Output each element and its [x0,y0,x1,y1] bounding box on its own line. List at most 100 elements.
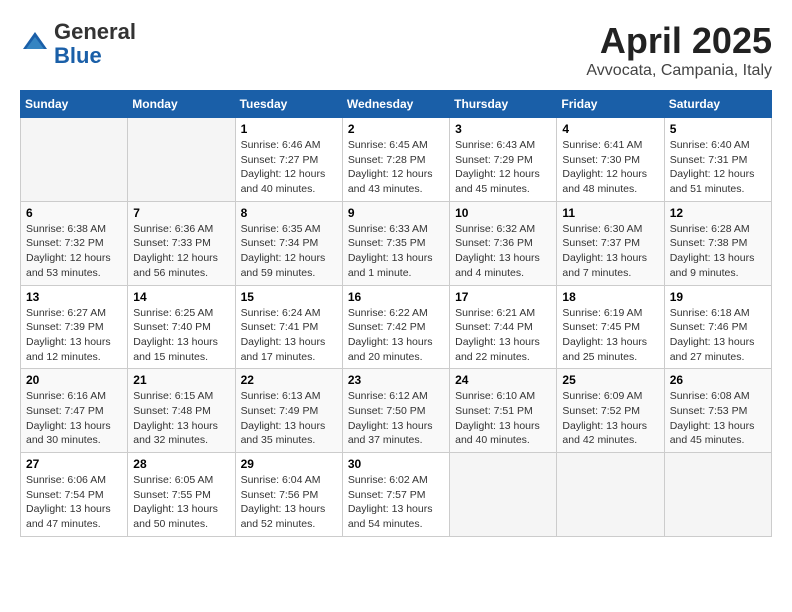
day-number: 9 [348,206,444,220]
day-number: 13 [26,290,122,304]
day-sunrise: Sunrise: 6:43 AM [455,139,535,151]
day-sunset: Sunset: 7:56 PM [241,489,319,501]
day-sunrise: Sunrise: 6:28 AM [670,223,750,235]
day-daylight: Daylight: 12 hours and 51 minutes. [670,168,755,195]
header-wednesday: Wednesday [342,91,449,118]
calendar-cell: 7 Sunrise: 6:36 AM Sunset: 7:33 PM Dayli… [128,201,235,285]
calendar-cell: 20 Sunrise: 6:16 AM Sunset: 7:47 PM Dayl… [21,369,128,453]
day-sunrise: Sunrise: 6:15 AM [133,390,213,402]
calendar-cell: 27 Sunrise: 6:06 AM Sunset: 7:54 PM Dayl… [21,453,128,537]
calendar-cell: 6 Sunrise: 6:38 AM Sunset: 7:32 PM Dayli… [21,201,128,285]
calendar-week-2: 6 Sunrise: 6:38 AM Sunset: 7:32 PM Dayli… [21,201,772,285]
day-number: 10 [455,206,551,220]
day-daylight: Daylight: 13 hours and 30 minutes. [26,420,111,447]
day-sunrise: Sunrise: 6:16 AM [26,390,106,402]
day-sunrise: Sunrise: 6:08 AM [670,390,750,402]
day-sunrise: Sunrise: 6:09 AM [562,390,642,402]
day-sunset: Sunset: 7:54 PM [26,489,104,501]
calendar-cell [128,118,235,202]
day-sunrise: Sunrise: 6:40 AM [670,139,750,151]
day-daylight: Daylight: 13 hours and 4 minutes. [455,252,540,279]
calendar-cell: 18 Sunrise: 6:19 AM Sunset: 7:45 PM Dayl… [557,285,664,369]
logo-blue: Blue [54,43,102,68]
day-sunset: Sunset: 7:32 PM [26,237,104,249]
day-number: 24 [455,373,551,387]
logo-general: General [54,19,136,44]
calendar-cell: 5 Sunrise: 6:40 AM Sunset: 7:31 PM Dayli… [664,118,771,202]
day-daylight: Daylight: 13 hours and 42 minutes. [562,420,647,447]
day-sunrise: Sunrise: 6:04 AM [241,474,321,486]
day-daylight: Daylight: 13 hours and 52 minutes. [241,503,326,530]
calendar-cell [557,453,664,537]
day-daylight: Daylight: 13 hours and 1 minute. [348,252,433,279]
day-sunrise: Sunrise: 6:05 AM [133,474,213,486]
day-daylight: Daylight: 13 hours and 15 minutes. [133,336,218,363]
day-sunset: Sunset: 7:37 PM [562,237,640,249]
day-daylight: Daylight: 13 hours and 20 minutes. [348,336,433,363]
day-daylight: Daylight: 13 hours and 25 minutes. [562,336,647,363]
day-number: 22 [241,373,337,387]
calendar-cell [21,118,128,202]
logo-icon [20,29,50,59]
calendar-cell: 16 Sunrise: 6:22 AM Sunset: 7:42 PM Dayl… [342,285,449,369]
day-sunrise: Sunrise: 6:46 AM [241,139,321,151]
header-monday: Monday [128,91,235,118]
calendar-title: April 2025 [586,20,772,62]
calendar-cell: 25 Sunrise: 6:09 AM Sunset: 7:52 PM Dayl… [557,369,664,453]
day-number: 25 [562,373,658,387]
calendar-table: Sunday Monday Tuesday Wednesday Thursday… [20,90,772,537]
calendar-cell: 23 Sunrise: 6:12 AM Sunset: 7:50 PM Dayl… [342,369,449,453]
day-daylight: Daylight: 12 hours and 43 minutes. [348,168,433,195]
day-daylight: Daylight: 12 hours and 59 minutes. [241,252,326,279]
calendar-header: Sunday Monday Tuesday Wednesday Thursday… [21,91,772,118]
day-daylight: Daylight: 13 hours and 40 minutes. [455,420,540,447]
day-sunrise: Sunrise: 6:24 AM [241,307,321,319]
day-sunset: Sunset: 7:45 PM [562,321,640,333]
day-sunset: Sunset: 7:30 PM [562,154,640,166]
day-sunset: Sunset: 7:27 PM [241,154,319,166]
day-sunset: Sunset: 7:46 PM [670,321,748,333]
calendar-cell: 19 Sunrise: 6:18 AM Sunset: 7:46 PM Dayl… [664,285,771,369]
logo: General Blue [20,20,136,68]
calendar-cell: 14 Sunrise: 6:25 AM Sunset: 7:40 PM Dayl… [128,285,235,369]
day-sunrise: Sunrise: 6:19 AM [562,307,642,319]
calendar-cell: 21 Sunrise: 6:15 AM Sunset: 7:48 PM Dayl… [128,369,235,453]
day-number: 6 [26,206,122,220]
day-sunset: Sunset: 7:28 PM [348,154,426,166]
day-sunset: Sunset: 7:29 PM [455,154,533,166]
header-thursday: Thursday [450,91,557,118]
day-sunset: Sunset: 7:42 PM [348,321,426,333]
day-sunset: Sunset: 7:41 PM [241,321,319,333]
day-daylight: Daylight: 13 hours and 9 minutes. [670,252,755,279]
day-sunrise: Sunrise: 6:36 AM [133,223,213,235]
day-sunrise: Sunrise: 6:41 AM [562,139,642,151]
page-header: General Blue April 2025 Avvocata, Campan… [20,20,772,80]
calendar-cell: 12 Sunrise: 6:28 AM Sunset: 7:38 PM Dayl… [664,201,771,285]
day-sunset: Sunset: 7:35 PM [348,237,426,249]
day-sunrise: Sunrise: 6:22 AM [348,307,428,319]
day-sunset: Sunset: 7:50 PM [348,405,426,417]
header-friday: Friday [557,91,664,118]
calendar-cell: 1 Sunrise: 6:46 AM Sunset: 7:27 PM Dayli… [235,118,342,202]
day-daylight: Daylight: 13 hours and 47 minutes. [26,503,111,530]
day-sunset: Sunset: 7:34 PM [241,237,319,249]
day-sunset: Sunset: 7:52 PM [562,405,640,417]
calendar-cell: 24 Sunrise: 6:10 AM Sunset: 7:51 PM Dayl… [450,369,557,453]
day-number: 17 [455,290,551,304]
day-sunrise: Sunrise: 6:02 AM [348,474,428,486]
day-number: 28 [133,457,229,471]
calendar-cell [664,453,771,537]
day-number: 7 [133,206,229,220]
day-sunset: Sunset: 7:57 PM [348,489,426,501]
day-sunrise: Sunrise: 6:21 AM [455,307,535,319]
day-daylight: Daylight: 13 hours and 32 minutes. [133,420,218,447]
day-sunset: Sunset: 7:53 PM [670,405,748,417]
day-daylight: Daylight: 13 hours and 7 minutes. [562,252,647,279]
calendar-cell: 28 Sunrise: 6:05 AM Sunset: 7:55 PM Dayl… [128,453,235,537]
day-daylight: Daylight: 13 hours and 27 minutes. [670,336,755,363]
calendar-week-3: 13 Sunrise: 6:27 AM Sunset: 7:39 PM Dayl… [21,285,772,369]
calendar-week-4: 20 Sunrise: 6:16 AM Sunset: 7:47 PM Dayl… [21,369,772,453]
day-number: 20 [26,373,122,387]
calendar-cell: 13 Sunrise: 6:27 AM Sunset: 7:39 PM Dayl… [21,285,128,369]
day-sunrise: Sunrise: 6:18 AM [670,307,750,319]
